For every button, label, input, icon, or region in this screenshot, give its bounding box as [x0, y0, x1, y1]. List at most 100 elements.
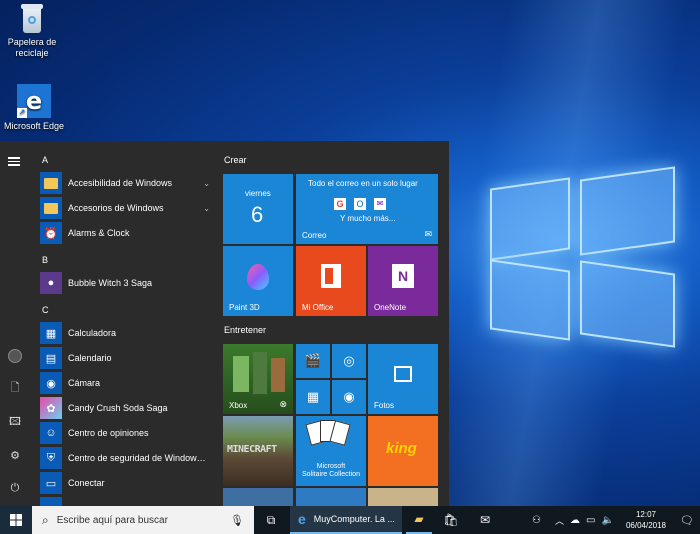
paint3d-icon	[247, 264, 269, 290]
office-icon	[321, 264, 341, 288]
app-centro-seguridad[interactable]: ⛨ Centro de seguridad de Windows D...	[40, 447, 210, 469]
edge-icon: e ↗	[17, 84, 51, 118]
paint3d-tile[interactable]: Paint 3D	[223, 246, 293, 316]
volume-icon[interactable]: 🔈	[601, 515, 613, 526]
partial-tile-3	[368, 488, 438, 506]
candy-crush-icon: ✿	[40, 397, 62, 419]
edge-desktop-icon[interactable]: e ↗ Microsoft Edge	[0, 84, 72, 132]
camera-tile[interactable]: ◉	[332, 380, 366, 414]
notification-icon: 🗨	[680, 514, 694, 527]
power-icon[interactable]: ⏻	[8, 481, 22, 495]
app-calculadora[interactable]: ▦ Calculadora	[40, 322, 210, 344]
feedback-icon: ☺	[40, 422, 62, 444]
clock-date: 06/04/2018	[625, 521, 667, 530]
mail-icon: ✉	[479, 513, 491, 527]
store-button[interactable]: 🛍	[438, 506, 464, 534]
task-view-button[interactable]: ⧉	[258, 506, 284, 534]
movies-tile[interactable]: 🎬	[296, 344, 330, 378]
task-view-icon: ⧉	[266, 512, 276, 527]
store-bag-icon: 🛍	[443, 513, 459, 527]
solitaire-tile[interactable]: Microsoft Solitaire Collection	[296, 416, 366, 486]
shield-icon: ⛨	[40, 447, 62, 469]
settings-icon[interactable]: ⚙	[8, 449, 22, 463]
xbox-icon: ⊗	[279, 399, 287, 409]
calendar-tile[interactable]: viernes 6	[223, 174, 293, 244]
mail-button[interactable]: ✉	[472, 506, 498, 534]
groove-tile[interactable]: ◎	[332, 344, 366, 378]
minecraft-tile[interactable]: MINECRAFT	[223, 416, 293, 486]
user-avatar-icon[interactable]	[8, 349, 22, 363]
partial-tile-1	[223, 488, 293, 506]
app-partial	[40, 497, 210, 506]
onedrive-cloud-icon[interactable]: ☁	[570, 515, 580, 526]
folder-icon	[40, 197, 62, 219]
photos-tile[interactable]: Fotos	[368, 344, 438, 414]
onenote-tile[interactable]: N OneNote	[368, 246, 438, 316]
people-icon[interactable]: ⚇	[532, 515, 541, 526]
app-centro-opiniones[interactable]: ☺ Centro de opiniones	[40, 422, 210, 444]
chevron-down-icon: ⌄	[203, 203, 210, 213]
hamburger-menu-icon[interactable]	[8, 155, 22, 169]
bubble-witch-icon: ●	[40, 272, 62, 294]
connect-icon: ▭	[40, 472, 62, 494]
system-tray: ⚇ ︿ ☁ ▭ 🔈	[532, 506, 620, 534]
alarm-clock-icon: ⏰	[40, 222, 62, 244]
mail-tile[interactable]: Todo el correo en un solo lugar G O ✉ Y …	[296, 174, 438, 244]
partial-tile-2	[296, 488, 366, 506]
section-letter-c[interactable]: C	[42, 305, 49, 315]
section-letter-b[interactable]: B	[42, 255, 48, 265]
folder-icon	[40, 172, 62, 194]
search-box[interactable]: ⌕ Escribe aquí para buscar 🎙	[32, 506, 254, 534]
recycle-bin-icon	[19, 4, 45, 34]
microphone-icon[interactable]: 🎙	[230, 514, 244, 527]
app-bubble-witch[interactable]: ● Bubble Witch 3 Saga	[40, 272, 210, 294]
edge-label: Microsoft Edge	[3, 121, 65, 131]
search-placeholder: Escribe aquí para buscar	[56, 514, 168, 526]
pictures-icon[interactable]: 🖾	[8, 415, 22, 429]
windows-logo-wallpaper	[480, 145, 680, 348]
xbox-tile[interactable]: Xbox ⊗	[223, 344, 293, 414]
music-disc-icon: ◎	[343, 353, 355, 368]
windows-start-icon	[10, 514, 22, 526]
office-tile[interactable]: Mi Office	[296, 246, 366, 316]
app-alarms-clock[interactable]: ⏰ Alarms & Clock	[40, 222, 210, 244]
app-list: A Accesibilidad de Windows ⌄ Accesorios …	[30, 141, 210, 506]
onenote-icon: N	[392, 264, 414, 288]
action-center-button[interactable]: 🗨	[676, 506, 698, 534]
recycle-bin-label-1: Papelera de	[7, 37, 57, 47]
edge-icon: e	[298, 511, 306, 527]
app-conectar[interactable]: ▭ Conectar	[40, 472, 210, 494]
documents-icon[interactable]: 🗋	[8, 381, 22, 395]
clock[interactable]: 12:07 06/04/2018	[622, 509, 670, 531]
start-rail: 🗋 🖾 ⚙ ⏻	[0, 141, 30, 506]
chevron-up-icon[interactable]: ︿	[555, 514, 564, 527]
calculator-icon: ▦	[306, 389, 320, 404]
start-menu: 🗋 🖾 ⚙ ⏻ A Accesibilidad de Windows ⌄ Acc…	[0, 141, 449, 506]
app-camara[interactable]: ◉ Cámara	[40, 372, 210, 394]
folder-icon: ▰	[414, 512, 424, 526]
mail-icon: ✉	[424, 229, 432, 239]
recycle-bin-desktop-icon[interactable]: Papelera de reciclaje	[0, 4, 66, 59]
app-accesibilidad[interactable]: Accesibilidad de Windows ⌄	[40, 172, 210, 194]
recycle-bin-label-2: reciclaje	[15, 48, 49, 58]
yahoo-mail-icon: ✉	[374, 198, 386, 210]
network-icon[interactable]: ▭	[586, 515, 595, 526]
calculator-tile[interactable]: ▦	[296, 380, 330, 414]
app-calendario[interactable]: ▤ Calendario	[40, 347, 210, 369]
group-entretener[interactable]: Entretener	[224, 325, 266, 335]
photo-icon	[394, 366, 412, 382]
section-letter-a[interactable]: A	[42, 155, 48, 165]
camera-icon: ◉	[40, 372, 62, 394]
webcam-icon: ◉	[343, 389, 355, 404]
calculator-icon: ▦	[40, 322, 62, 344]
king-tile[interactable]: king	[368, 416, 438, 486]
file-explorer-button[interactable]: ▰	[406, 506, 432, 534]
app-accesorios[interactable]: Accesorios de Windows ⌄	[40, 197, 210, 219]
clock-time: 12:07	[635, 510, 657, 519]
start-button[interactable]	[0, 506, 32, 534]
calendar-icon: ▤	[40, 347, 62, 369]
search-icon: ⌕	[42, 512, 49, 527]
app-candy-crush[interactable]: ✿ Candy Crush Soda Saga	[40, 397, 210, 419]
group-crear[interactable]: Crear	[224, 155, 247, 165]
edge-taskbar-button[interactable]: e MuyComputer. La ...	[290, 506, 402, 534]
